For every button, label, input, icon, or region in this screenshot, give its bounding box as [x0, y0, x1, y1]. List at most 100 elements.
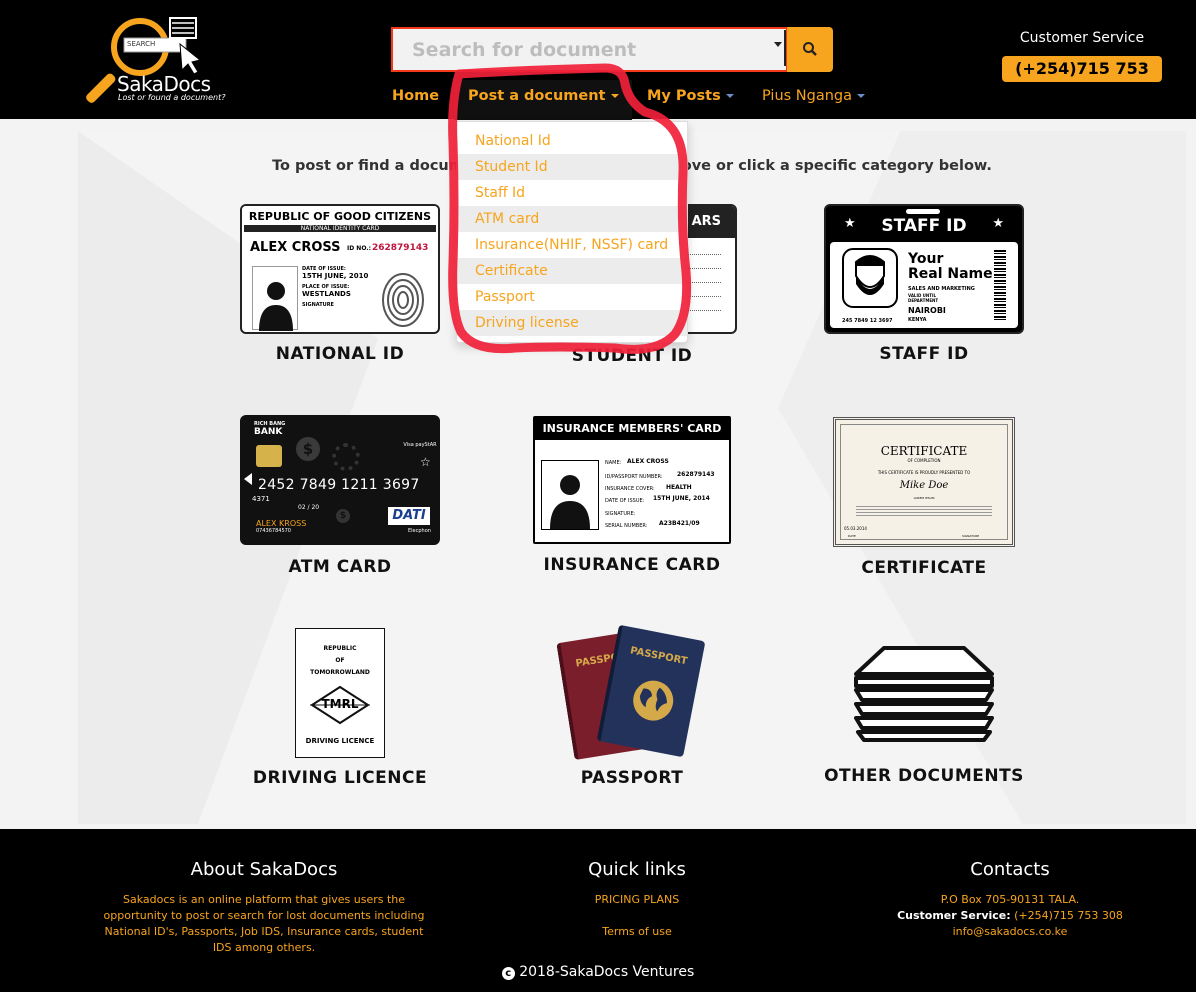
- category-label: INSURANCE CARD: [543, 555, 721, 575]
- insurance-serial: A23B421/09: [659, 520, 700, 527]
- chevron-down-icon: [610, 94, 619, 98]
- dropdown-item-national-id[interactable]: National Id: [457, 128, 687, 154]
- dropdown-item-staff-id[interactable]: Staff Id: [457, 180, 687, 206]
- barcode-icon: [994, 250, 1006, 320]
- staff-id-real-name: Real Name: [908, 266, 993, 282]
- national-id-card-place: WESTLANDS: [302, 290, 351, 298]
- globe-icon: [633, 680, 674, 721]
- atm-brand2: Elecphon: [408, 528, 431, 534]
- document-stack-icon: [854, 646, 994, 742]
- atm-brand: DATI: [388, 507, 430, 525]
- logo-search-text: SEARCH: [127, 40, 156, 48]
- national-id-card-signature-label: SIGNATURE: [302, 302, 334, 308]
- insurance-signature-label: SIGNATURE:: [605, 511, 636, 517]
- portrait-icon: [252, 266, 298, 331]
- copyright-icon: c: [501, 967, 515, 980]
- footer-email[interactable]: info@sakadocs.co.ke: [880, 924, 1140, 940]
- footer-address: P.O Box 705-90131 TALA.: [940, 893, 1080, 906]
- copyright: c 2018-SakaDocs Ventures: [0, 964, 1196, 980]
- atm-valid: 02 / 20: [298, 504, 320, 511]
- licence-country: TOMORROWLAND: [310, 669, 370, 676]
- national-id-card-date: 15TH JUNE, 2010: [302, 272, 369, 280]
- passport-image: PASSPORT PASSPORT: [556, 624, 707, 762]
- insurance-cover: HEALTH: [666, 484, 692, 491]
- footer-about-text: Sakadocs is an online platform that give…: [103, 893, 425, 954]
- category-atm-card[interactable]: RICH BANG BANK $ Visa payStAR ☆ 2452 784…: [230, 415, 450, 577]
- nav-my-posts[interactable]: My Posts: [647, 80, 734, 120]
- dropdown-item-insurance-card[interactable]: Insurance(NHIF, NSSF) card: [457, 232, 687, 258]
- category-label: DRIVING LICENCE: [252, 768, 428, 788]
- atm-card-number: 2452 7849 1211 3697: [258, 477, 420, 493]
- footer-link-terms[interactable]: Terms of use: [560, 924, 714, 940]
- dropdown-item-atm-card[interactable]: ATM card: [457, 206, 687, 232]
- insurance-serial-label: SERIAL NUMBER:: [605, 523, 648, 529]
- nav-home[interactable]: Home: [392, 80, 439, 120]
- atm-network: Visa payStAR: [403, 442, 437, 448]
- nav-user-label: Pius Nganga: [762, 88, 853, 104]
- search-input[interactable]: [391, 27, 788, 72]
- staff-id-city: NAIROBI: [908, 306, 946, 315]
- national-id-card-name: ALEX CROSS: [250, 240, 341, 255]
- customer-service-label: Customer Service: [1019, 30, 1145, 46]
- customer-service: Customer Service (+254)715 753 308: [1002, 30, 1162, 104]
- insurance-card-title: INSURANCE MEMBERS' CARD: [535, 418, 729, 440]
- atm-card-image: RICH BANG BANK $ Visa payStAR ☆ 2452 784…: [240, 415, 440, 545]
- category-label: ATM CARD: [288, 557, 392, 577]
- fingerprint-icon: [382, 273, 424, 327]
- lanyard-slot: [906, 209, 940, 214]
- bearded-person-icon: [842, 248, 898, 308]
- dropdown-item-passport[interactable]: Passport: [457, 284, 687, 310]
- staff-id-dept2: DEPARTMENT: [908, 298, 939, 303]
- nav-user-menu[interactable]: Pius Nganga: [762, 80, 866, 120]
- footer: About SakaDocs Sakadocs is an online pla…: [0, 829, 1196, 992]
- chip-icon: [256, 445, 282, 467]
- licence-of: OF: [335, 657, 345, 664]
- certificate-name: Mike Doe: [899, 480, 949, 491]
- certificate-image: CERTIFICATE OF COMPLETION THIS CERTIFICA…: [833, 417, 1015, 547]
- dollar-icon: $: [336, 509, 350, 523]
- footer-link-pricing[interactable]: PRICING PLANS: [560, 892, 714, 908]
- dropdown-item-driving-license[interactable]: Driving license: [457, 310, 687, 336]
- post-document-dropdown: National Id Student Id Staff Id ATM card…: [456, 121, 688, 343]
- footer-links-title: Quick links: [588, 859, 686, 880]
- footer-customer-service: Customer Service: (+254)715 753 308: [880, 908, 1140, 924]
- copyright-text: 2018-SakaDocs Ventures: [519, 964, 695, 980]
- insurance-name-label: NAME:: [605, 460, 622, 466]
- dropdown-item-certificate[interactable]: Certificate: [457, 258, 687, 284]
- category-certificate[interactable]: CERTIFICATE OF COMPLETION THIS CERTIFICA…: [814, 417, 1034, 578]
- header: SEARCH SakaDocs Lost or found a document…: [0, 0, 1196, 120]
- category-label: STUDENT ID: [571, 346, 693, 366]
- national-id-card-title: REPUBLIC OF GOOD CITIZENS: [242, 206, 438, 223]
- footer-about: About SakaDocs Sakadocs is an online pla…: [95, 859, 433, 956]
- staff-id-image: STAFF ID ★ ★ Your Real Name SALES AND MA…: [824, 204, 1024, 334]
- atm-account: 07436784570: [256, 528, 291, 534]
- category-national-id[interactable]: REPUBLIC OF GOOD CITIZENS NATIONAL IDENT…: [230, 204, 450, 364]
- dropdown-item-student-id[interactable]: Student Id: [457, 154, 687, 180]
- national-id-card-id-label: ID NO.:: [347, 245, 371, 252]
- search-dropdown-toggle[interactable]: [774, 30, 786, 66]
- licence-republic: REPUBLIC: [323, 645, 357, 652]
- portrait-icon: [541, 460, 599, 530]
- nav-post-document[interactable]: Post a document: [454, 80, 632, 120]
- dollar-icon: $: [296, 437, 320, 461]
- licence-title: DRIVING LICENCE: [305, 737, 375, 745]
- footer-cs-phone[interactable]: (+254)715 753 308: [1014, 909, 1123, 922]
- sakadocs-logo[interactable]: SEARCH SakaDocs Lost or found a document…: [80, 14, 225, 106]
- category-other-documents[interactable]: OTHER DOCUMENTS: [814, 628, 1034, 786]
- insurance-id-label: ID/PASSPORT NUMBER:: [605, 474, 663, 480]
- customer-service-phone[interactable]: (+254)715 753 308: [1002, 56, 1162, 104]
- staff-id-number: 245 7849 12 3697: [842, 318, 893, 324]
- search-button[interactable]: [787, 27, 833, 72]
- insurance-id: 262879143: [677, 471, 715, 478]
- staff-id-dept: SALES AND MARKETING: [908, 286, 975, 292]
- category-label: PASSPORT: [580, 768, 684, 788]
- certificate-date: 05.03.2014: [844, 526, 867, 531]
- category-driving-licence[interactable]: REPUBLIC OF TOMORROWLAND TMRL DRIVING LI…: [230, 628, 450, 788]
- licence-code: TMRL: [321, 697, 359, 711]
- category-passport[interactable]: PASSPORT PASSPORT PASSPORT: [522, 624, 742, 788]
- national-id-card-subtitle: NATIONAL IDENTITY CARD: [244, 225, 436, 232]
- category-staff-id[interactable]: STAFF ID ★ ★ Your Real Name SALES AND MA…: [814, 204, 1034, 364]
- category-insurance-card[interactable]: INSURANCE MEMBERS' CARD NAME: ALEX CROSS…: [522, 416, 742, 575]
- arrow-left-icon: [244, 473, 252, 485]
- staff-id-your: Your: [908, 251, 944, 267]
